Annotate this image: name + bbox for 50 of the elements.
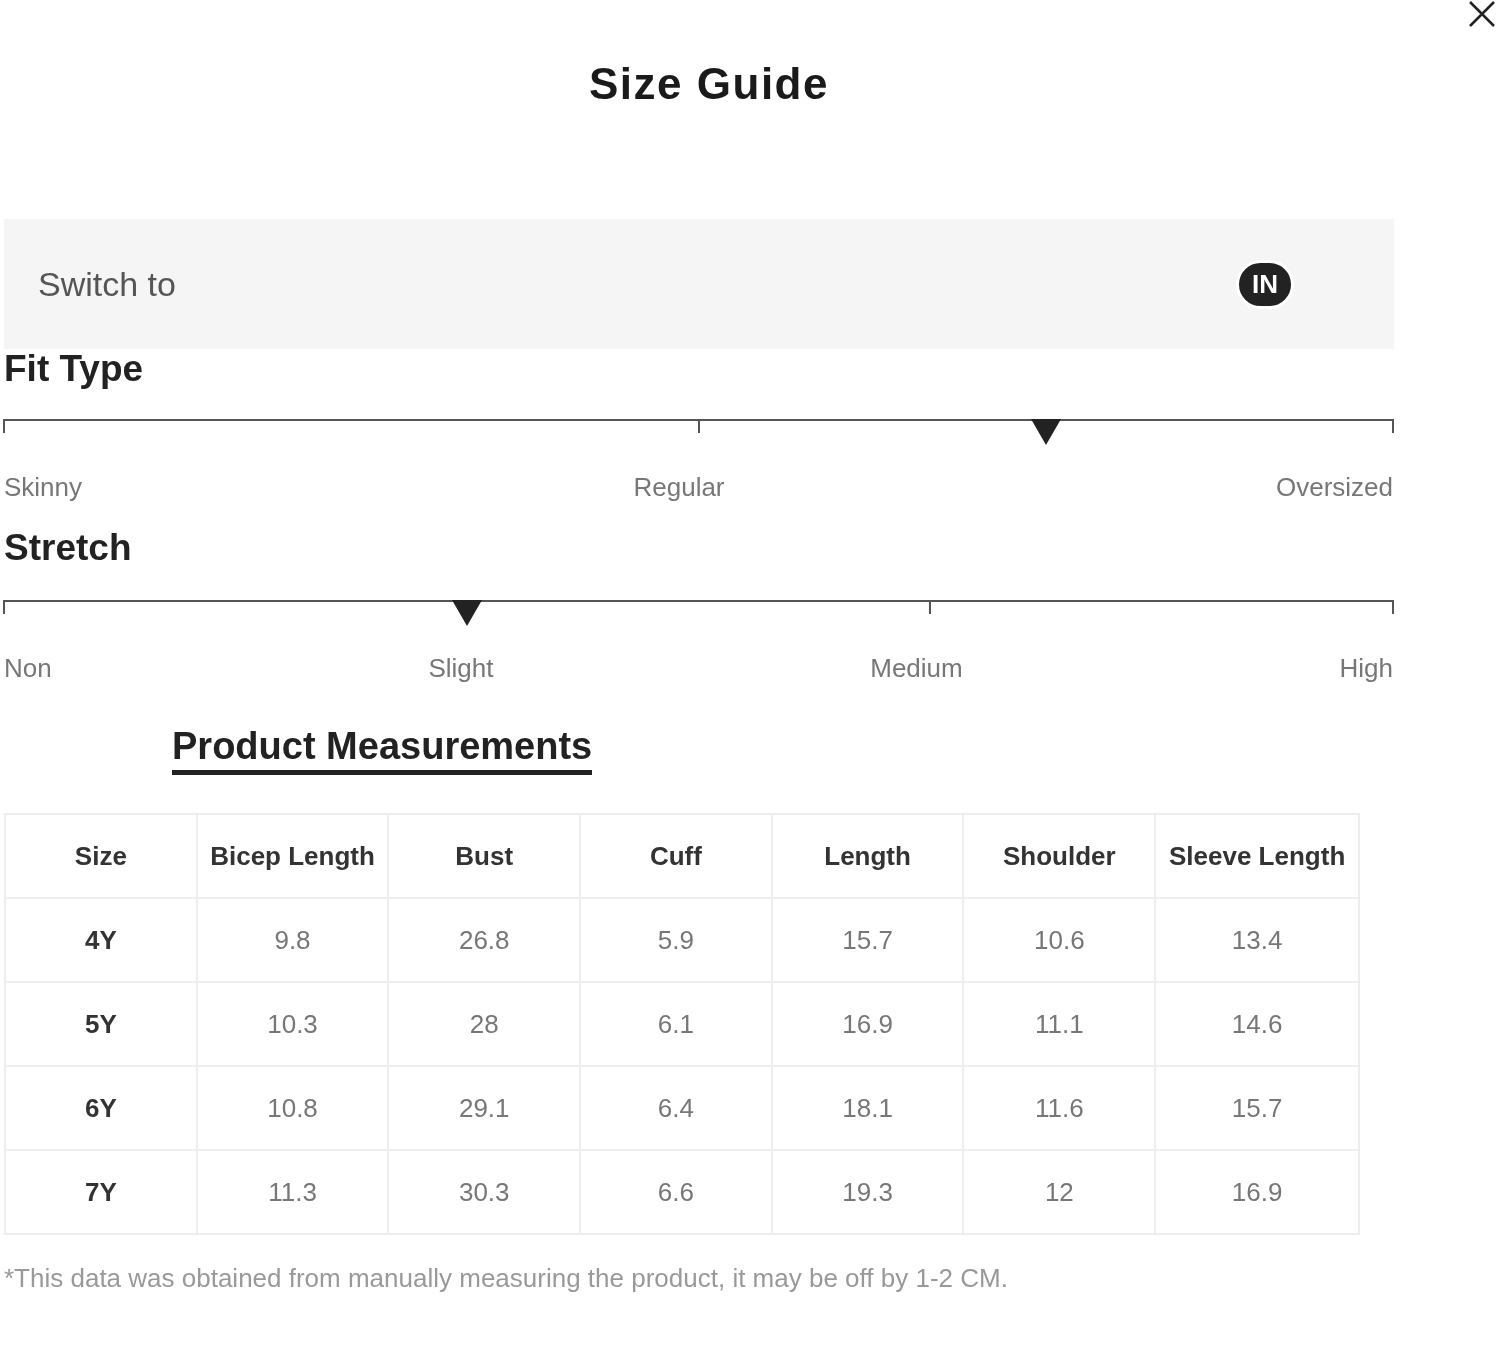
table-cell: 6Y	[5, 1066, 197, 1150]
column-header: Size	[5, 814, 197, 898]
table-cell: 5Y	[5, 982, 197, 1066]
table-cell: 19.3	[771, 1150, 964, 1234]
table-cell: 9.8	[196, 898, 389, 982]
scale-label: Oversized	[1275, 472, 1393, 502]
column-header: Bust	[388, 814, 581, 898]
column-header: Length	[771, 814, 964, 898]
dialog-title: Size Guide	[588, 58, 830, 110]
close-icon[interactable]	[1468, 0, 1496, 28]
scale-title: Fit Type	[4, 349, 145, 389]
table-cell: 13.4	[1155, 898, 1359, 982]
table-cell: 15.7	[771, 898, 964, 982]
table-cell: 12	[963, 1150, 1156, 1234]
column-header: Bicep Length	[196, 814, 389, 898]
table-cell: 6.1	[580, 982, 772, 1066]
unit-option[interactable]: IN	[1236, 259, 1294, 309]
table-cell: 26.8	[388, 898, 581, 982]
scale-label: Non	[4, 653, 52, 683]
column-header: Sleeve Length	[1155, 814, 1359, 898]
table-cell: 11.6	[963, 1066, 1156, 1150]
scale-label: Skinny	[4, 472, 83, 502]
table-cell: 7Y	[5, 1150, 197, 1234]
scale-label: Slight	[428, 653, 494, 683]
table-cell: 6.6	[580, 1150, 772, 1234]
table-cell: 11.1	[963, 982, 1156, 1066]
table-cell: 15.7	[1155, 1066, 1359, 1150]
table-cell: 10.6	[963, 898, 1156, 982]
switch-label: Switch to	[38, 264, 176, 304]
scale-label: Medium	[870, 653, 963, 683]
measurements-tab[interactable]: Product Measurements	[172, 725, 593, 775]
table-cell: 4Y	[5, 898, 197, 982]
table-cell: 28	[388, 982, 581, 1066]
table-cell: 11.3	[196, 1150, 389, 1234]
column-header: Shoulder	[963, 814, 1156, 898]
table-cell: 18.1	[771, 1066, 964, 1150]
scale-title: Stretch	[4, 526, 133, 570]
column-header: Cuff	[580, 814, 772, 898]
table-cell: 5.9	[580, 898, 772, 982]
table-cell: 10.3	[196, 982, 389, 1066]
table-cell: 16.9	[771, 982, 964, 1066]
footnote: *This data was obtained from manually measuring the product, it may be off by 1-2 CM.	[4, 1263, 1009, 1294]
table-cell: 6.4	[580, 1066, 772, 1150]
table-cell: 29.1	[388, 1066, 581, 1150]
scale-label: Regular	[633, 472, 725, 502]
scale-label: High	[1339, 653, 1393, 683]
table-cell: 10.8	[196, 1066, 389, 1150]
table-cell: 30.3	[388, 1150, 581, 1234]
table-cell: 16.9	[1155, 1150, 1359, 1234]
table-cell: 14.6	[1155, 982, 1359, 1066]
